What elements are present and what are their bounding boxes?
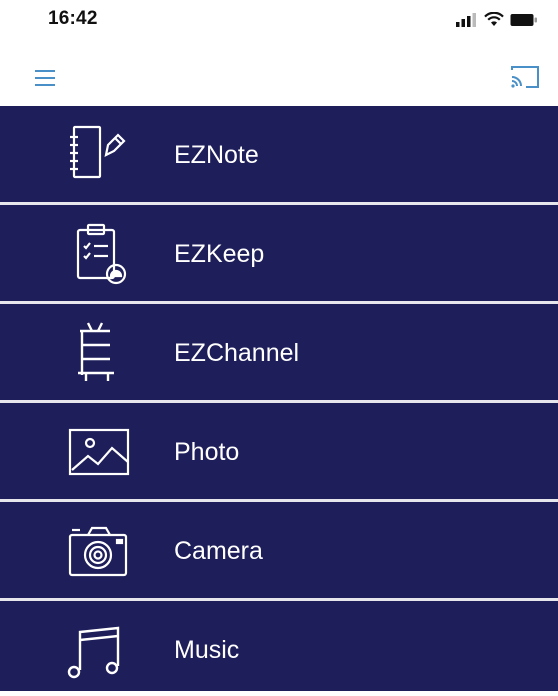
hamburger-menu-icon[interactable] <box>33 65 65 93</box>
menu-item-ezchannel[interactable]: EZChannel <box>0 304 558 403</box>
menu-item-label: Photo <box>174 438 240 466</box>
menu-item-label: EZChannel <box>174 339 300 367</box>
signal-icon <box>456 12 476 27</box>
status-bar: 16:42 <box>0 0 558 44</box>
status-time: 16:42 <box>48 8 98 29</box>
wifi-icon <box>484 12 504 26</box>
menu-item-ezkeep[interactable]: EZKeep <box>0 205 558 304</box>
menu-item-label: Camera <box>174 537 263 565</box>
status-icons <box>456 12 538 27</box>
menu-item-camera[interactable]: Camera <box>0 502 558 601</box>
menu-item-label: EZNote <box>174 141 259 169</box>
notebook-pencil-icon <box>70 125 126 179</box>
music-note-icon <box>67 626 120 679</box>
clipboard-checklist-icon <box>76 223 127 285</box>
feature-menu: EZNote EZKeep EZChannel Photo Camera Mus… <box>0 106 558 691</box>
menu-item-eznote[interactable]: EZNote <box>0 106 558 205</box>
image-icon <box>68 428 130 476</box>
tv-channel-icon <box>78 322 114 381</box>
menu-item-music[interactable]: Music <box>0 601 558 691</box>
battery-icon <box>510 13 537 26</box>
camera-icon <box>68 526 128 577</box>
menu-item-photo[interactable]: Photo <box>0 403 558 502</box>
cast-icon[interactable] <box>508 62 542 92</box>
menu-item-label: Music <box>174 636 240 664</box>
menu-item-label: EZKeep <box>174 240 265 268</box>
app-toolbar <box>0 52 558 104</box>
